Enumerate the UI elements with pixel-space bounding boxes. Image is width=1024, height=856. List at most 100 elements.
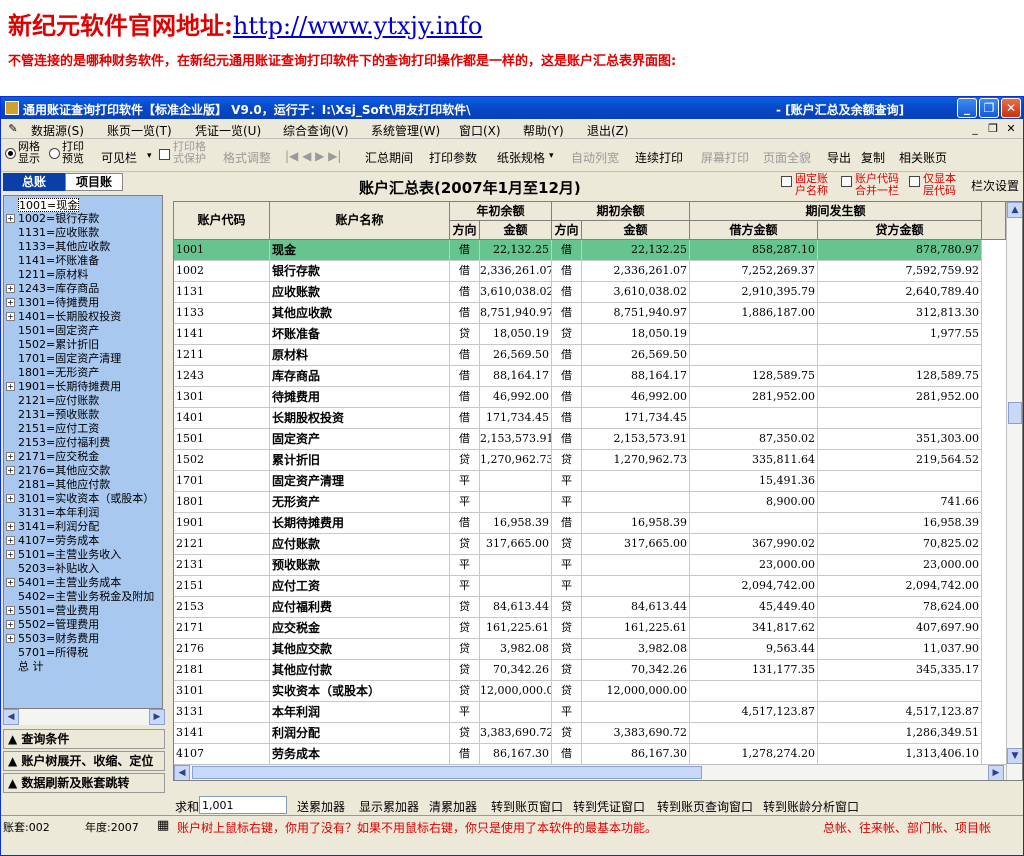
tree-item[interactable]: 5502=管理费用	[18, 618, 99, 632]
tree-expand-icon[interactable]: +	[6, 606, 15, 615]
data-refresh-button[interactable]: ▲ 数据刷新及账套跳转	[3, 773, 165, 793]
close-button[interactable]: ✕	[1001, 98, 1021, 118]
account-tree[interactable]: 1001=现金 +1002=银行存款 1131=应收账款 1133=其他应收款 1141…	[3, 195, 163, 709]
tree-item[interactable]: 1131=应收账款	[18, 226, 99, 240]
table-row[interactable]: 3101实收资本（或股本）贷12,000,000.00贷12,000,000.0…	[174, 681, 982, 702]
scroll-left-icon[interactable]: ◀	[3, 709, 19, 725]
table-row[interactable]: 1401 长期股权投资借 171,734.45 借 171,734.45	[174, 408, 982, 429]
tree-expand-icon[interactable]: +	[6, 522, 15, 531]
query-conditions-button[interactable]: ▲ 查询条件	[3, 729, 165, 749]
tree-item[interactable]: 2171=应交税金	[18, 450, 99, 464]
nav-arrows[interactable]: |◀ ◀ ▶ ▶|	[285, 149, 341, 163]
menu-help[interactable]: 帮助(Y)	[523, 122, 564, 139]
tree-item[interactable]: 1001=现金	[18, 198, 80, 212]
table-row[interactable]: 1141 坏账准备贷 18,050.19 贷 18,050.19 1,977.55	[174, 324, 982, 345]
table-row[interactable]: 4107 劳务成本借 86,167.30 借 86,167.30 1,278,274.20…	[174, 744, 982, 765]
tree-item[interactable]: 1133=其他应收款	[18, 240, 110, 254]
menu-voucher-list[interactable]: 凭证一览(U)	[195, 122, 261, 139]
tree-item[interactable]: 2151=应付工资	[18, 422, 99, 436]
table-row[interactable]: 2151 应付工资平平 2,094,742.00 2,094,742.00	[174, 576, 982, 597]
tree-expand-icon[interactable]: +	[6, 298, 15, 307]
tree-item[interactable]: 1701=固定资产清理	[18, 352, 121, 366]
minimize-button[interactable]: _	[957, 98, 977, 118]
tree-expand-icon[interactable]: +	[6, 466, 15, 475]
summary-period-button[interactable]: 汇总期间	[365, 149, 413, 166]
tree-item[interactable]: 1401=长期股权投资	[18, 310, 121, 324]
tree-item[interactable]: 2176=其他应交款	[18, 464, 110, 478]
mdi-restore-icon[interactable]: ❐	[985, 122, 1001, 136]
related-ledger-button[interactable]: 相关账页	[899, 149, 947, 166]
scroll-up-icon[interactable]: ▲	[1007, 202, 1022, 218]
table-row[interactable]: 2153 应付福利费贷 84,613.44 贷 84,613.44 45,449.40 78…	[174, 597, 982, 618]
tree-expand-icon[interactable]: +	[6, 312, 15, 321]
tree-expand-icon[interactable]: +	[6, 536, 15, 545]
sum-input[interactable]	[199, 796, 287, 814]
add-accumulator-button[interactable]: 送累加器	[297, 798, 345, 815]
table-row[interactable]: 1701 固定资产清理平平 15,491.36	[174, 471, 982, 492]
tree-item[interactable]: 1243=库存商品	[18, 282, 99, 296]
tree-expand-icon[interactable]: +	[6, 634, 15, 643]
goto-ledger-query-button[interactable]: 转到账页查询窗口	[657, 798, 753, 815]
mdi-close-icon[interactable]: ✕	[1003, 122, 1019, 136]
tree-item[interactable]: 3131=本年利润	[18, 506, 99, 520]
table-row[interactable]: 1801 无形资产平平 8,900.00 741.66	[174, 492, 982, 513]
merge-code-checkbox[interactable]	[841, 176, 852, 187]
table-row[interactable]: 1002 银行存款借 2,336,261.07 借 2,336,261.07 7,252,…	[174, 261, 982, 282]
print-protect-checkbox[interactable]	[159, 149, 170, 160]
table-row[interactable]: 1243 库存商品借 88,164.17 借 88,164.17 128,589.75 12…	[174, 366, 982, 387]
table-row[interactable]: 2176 其他应交款贷 3,982.08 贷 3,982.08 9,563.44 11,03…	[174, 639, 982, 660]
goto-voucher-button[interactable]: 转到凭证窗口	[573, 798, 645, 815]
table-row[interactable]: 1501 固定资产借 2,153,573.91 借 2,153,573.91 87,350…	[174, 429, 982, 450]
hscroll-right-icon[interactable]: ▶	[988, 765, 1004, 780]
menu-ledger-list[interactable]: 账页一览(T)	[107, 122, 172, 139]
grid-show-radio[interactable]	[5, 148, 16, 159]
tree-item[interactable]: 1211=原材料	[18, 268, 88, 282]
table-row[interactable]: 1131 应收账款借 3,610,038.02 借 3,610,038.02 2,910,…	[174, 282, 982, 303]
export-button[interactable]: 导出	[827, 149, 851, 166]
mdi-minimize-icon[interactable]: _	[967, 122, 983, 136]
tree-expand-icon[interactable]: +	[6, 620, 15, 629]
tree-expand-icon[interactable]: +	[6, 214, 15, 223]
clear-accumulator-button[interactable]: 清累加器	[429, 798, 477, 815]
table-row[interactable]: 2171 应交税金贷 161,225.61 贷 161,225.61 341,817.62…	[174, 618, 982, 639]
tree-horizontal-scrollbar[interactable]: ◀ ▶	[3, 709, 165, 725]
tab-general-ledger[interactable]: 总账	[3, 173, 65, 191]
tree-item[interactable]: 1901=长期待摊费用	[18, 380, 121, 394]
visible-columns-button[interactable]: 可见栏	[101, 149, 137, 166]
paper-dropdown-icon[interactable]: ▾	[549, 151, 554, 161]
tree-expand-button[interactable]: ▲ 账户树展开、收缩、定位	[3, 751, 165, 771]
paper-spec-button[interactable]: 纸张规格	[497, 149, 545, 166]
print-params-button[interactable]: 打印参数	[429, 149, 477, 166]
tree-expand-icon[interactable]: +	[6, 452, 15, 461]
tree-item[interactable]: 5503=财务费用	[18, 632, 99, 646]
horizontal-scrollbar[interactable]: ◀ ▶	[174, 764, 1006, 780]
tree-item[interactable]: 5203=补贴收入	[18, 562, 99, 576]
auto-width-button[interactable]: 自动列宽	[571, 149, 619, 166]
table-row[interactable]: 3131 本年利润平平 4,517,123.87 4,517,123.87	[174, 702, 982, 723]
tree-item[interactable]: 2153=应付福利费	[18, 436, 110, 450]
tree-expand-icon[interactable]: +	[6, 578, 15, 587]
scroll-down-icon[interactable]: ▼	[1007, 748, 1022, 764]
column-settings-button[interactable]: 栏次设置	[971, 177, 1019, 194]
tree-expand-icon[interactable]: +	[6, 284, 15, 293]
tree-item[interactable]: 3101=实收资本（或股本）	[18, 492, 154, 506]
goto-aging-button[interactable]: 转到账龄分析窗口	[763, 798, 859, 815]
table-row[interactable]: 1301 待摊费用借 46,992.00 借 46,992.00 281,952.00 28…	[174, 387, 982, 408]
tree-item[interactable]: 5402=主营业务税金及附加	[18, 590, 154, 604]
tree-item[interactable]: 5701=所得税	[18, 646, 88, 660]
format-adjust-button[interactable]: 格式调整	[223, 149, 271, 166]
tree-item[interactable]: 5101=主营业务收入	[18, 548, 121, 562]
menu-system[interactable]: 系统管理(W)	[371, 122, 440, 139]
vertical-scrollbar[interactable]: ▲ ▼	[1006, 202, 1022, 780]
table-row[interactable]: 2181 其他应付款贷 70,342.26 贷 70,342.26 131,177.35 3…	[174, 660, 982, 681]
tree-item[interactable]: 1801=无形资产	[18, 366, 99, 380]
chevron-down-icon[interactable]: ▾	[147, 151, 152, 161]
tree-item[interactable]: 3141=利润分配	[18, 520, 99, 534]
tree-item[interactable]: 4107=劳务成本	[18, 534, 99, 548]
hscroll-thumb[interactable]	[192, 766, 702, 779]
screen-print-button[interactable]: 屏幕打印	[701, 149, 749, 166]
menu-exit[interactable]: 退出(Z)	[587, 122, 629, 139]
tree-item[interactable]: 5401=主营业务成本	[18, 576, 121, 590]
table-row[interactable]: 1211 原材料借 26,569.50 借 26,569.50	[174, 345, 982, 366]
menu-data-source[interactable]: 数据源(S)	[31, 122, 84, 139]
